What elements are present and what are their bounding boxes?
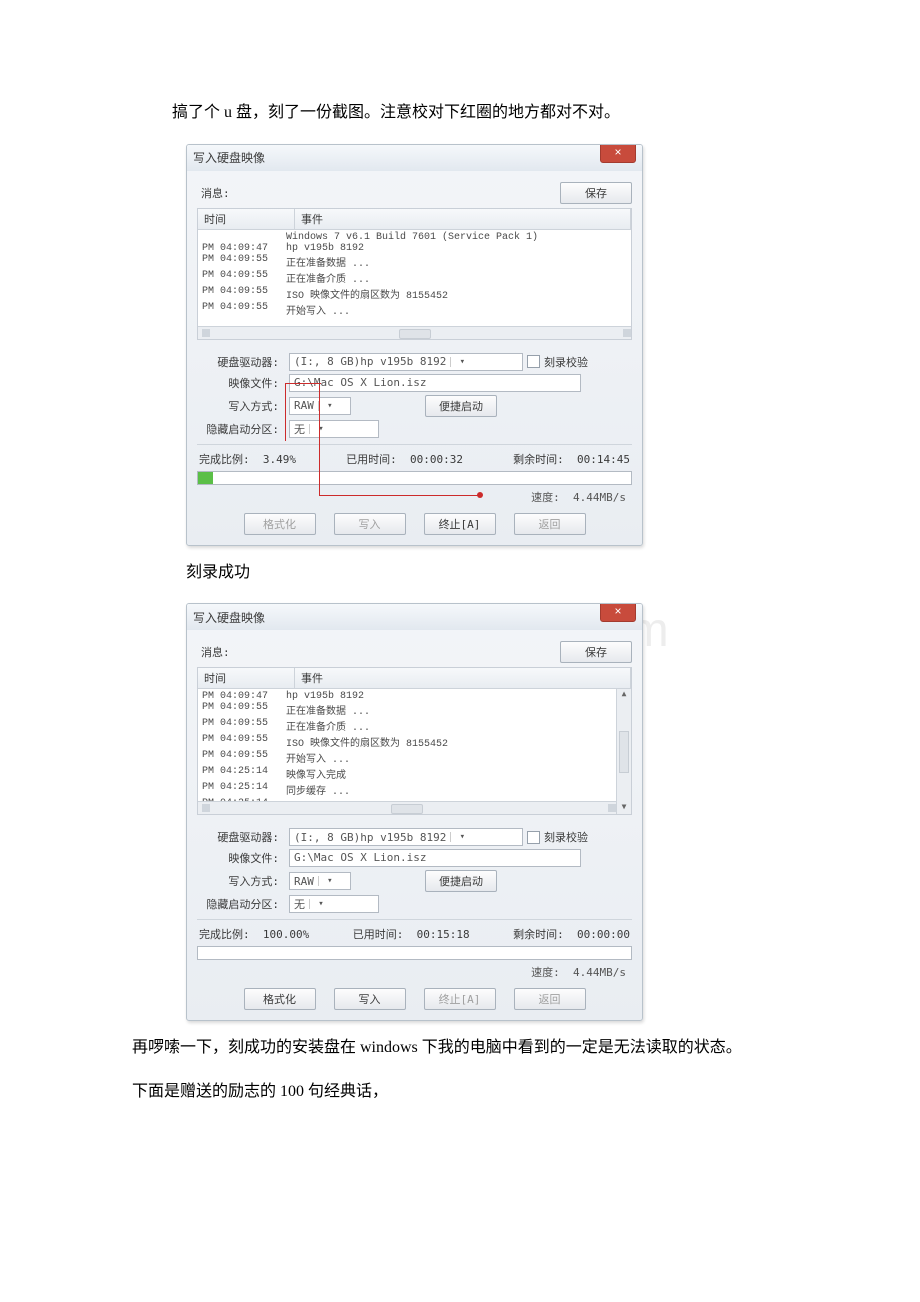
mode-label: 写入方式: <box>197 873 285 889</box>
progress-bar <box>197 946 632 960</box>
paragraph: 下面是赠送的励志的 100 句经典话， <box>100 1079 820 1105</box>
save-button[interactable]: 保存 <box>560 182 632 204</box>
mode-label: 写入方式: <box>197 398 285 414</box>
done-pct: 100.00% <box>263 928 309 941</box>
message-label: 消息: <box>197 644 230 660</box>
log-body: Windows 7 v6.1 Build 7601 (Service Pack … <box>198 230 631 326</box>
done-label: 完成比例: <box>199 453 250 466</box>
drive-label: 硬盘驱动器: <box>197 354 285 370</box>
verify-label: 刻录校验 <box>544 829 588 845</box>
used-val: 00:00:32 <box>410 453 463 466</box>
speed-val: 4.44MB/s <box>573 966 626 979</box>
speed-label: 速度: <box>531 966 560 979</box>
verify-checkbox[interactable] <box>527 831 540 844</box>
close-button[interactable]: × <box>600 144 636 163</box>
done-label: 完成比例: <box>199 928 250 941</box>
log-body: PM 04:09:47hp v195b 8192PM 04:09:55正在准备数… <box>198 689 616 801</box>
log-table: 时间 事件 PM 04:09:47hp v195b 8192PM 04:09:5… <box>197 667 632 815</box>
paragraph: 刻录成功 <box>186 560 820 586</box>
verify-checkbox[interactable] <box>527 355 540 368</box>
titlebar: 写入硬盘映像 <box>187 604 642 630</box>
image-input[interactable]: G:\Mac OS X Lion.isz <box>289 374 581 392</box>
v-scrollbar[interactable]: ▲ ▼ <box>616 689 631 814</box>
col-event: 事件 <box>295 668 631 688</box>
format-button[interactable]: 格式化 <box>244 988 316 1010</box>
format-button[interactable]: 格式化 <box>244 513 316 535</box>
hide-label: 隐藏启动分区: <box>197 896 285 912</box>
document-page: 搞了个 u 盘，刻了一份截图。注意校对下红圈的地方都对不对。 写入硬盘映像 × … <box>0 0 920 1162</box>
remain-label: 剩余时间: <box>513 453 564 466</box>
back-button[interactable]: 返回 <box>514 988 586 1010</box>
window-title: 写入硬盘映像 <box>193 609 265 626</box>
save-button[interactable]: 保存 <box>560 641 632 663</box>
h-scrollbar[interactable] <box>198 326 631 339</box>
quick-boot-button[interactable]: 便捷启动 <box>425 395 497 417</box>
burn-dialog-2: 写入硬盘映像 × 消息: 保存 时间 事件 PM 04:09:47hp v195… <box>186 603 643 1021</box>
drive-select[interactable]: (I:, 8 GB)hp v195b 8192▾ <box>289 353 523 371</box>
write-button[interactable]: 写入 <box>334 513 406 535</box>
image-label: 映像文件: <box>197 850 285 866</box>
paragraph: 搞了个 u 盘，刻了一份截图。注意校对下红圈的地方都对不对。 <box>140 100 820 126</box>
remain-label: 剩余时间: <box>513 928 564 941</box>
progress-bar <box>197 471 632 485</box>
used-label: 已用时间: <box>346 453 397 466</box>
drive-select[interactable]: (I:, 8 GB)hp v195b 8192▾ <box>289 828 523 846</box>
hide-label: 隐藏启动分区: <box>197 421 285 437</box>
image-label: 映像文件: <box>197 375 285 391</box>
used-label: 已用时间: <box>353 928 404 941</box>
col-time: 时间 <box>198 209 295 229</box>
done-pct: 3.49% <box>263 453 296 466</box>
message-label: 消息: <box>197 185 230 201</box>
image-input[interactable]: G:\Mac OS X Lion.isz <box>289 849 581 867</box>
window-title: 写入硬盘映像 <box>193 149 265 166</box>
stop-button[interactable]: 终止[A] <box>424 988 496 1010</box>
remain-val: 00:00:00 <box>577 928 630 941</box>
burn-dialog-1: 写入硬盘映像 × 消息: 保存 时间 事件 Windows 7 v6.1 Bui… <box>186 144 643 546</box>
drive-label: 硬盘驱动器: <box>197 829 285 845</box>
mode-select[interactable]: RAW▾ <box>289 397 351 415</box>
quick-boot-button[interactable]: 便捷启动 <box>425 870 497 892</box>
log-table: 时间 事件 Windows 7 v6.1 Build 7601 (Service… <box>197 208 632 340</box>
verify-label: 刻录校验 <box>544 354 588 370</box>
back-button[interactable]: 返回 <box>514 513 586 535</box>
speed-label: 速度: <box>531 491 560 504</box>
used-val: 00:15:18 <box>417 928 470 941</box>
remain-val: 00:14:45 <box>577 453 630 466</box>
hide-select[interactable]: 无▾ <box>289 895 379 913</box>
col-event: 事件 <box>295 209 631 229</box>
close-button[interactable]: × <box>600 603 636 622</box>
col-time: 时间 <box>198 668 295 688</box>
mode-select[interactable]: RAW▾ <box>289 872 351 890</box>
write-button[interactable]: 写入 <box>334 988 406 1010</box>
hide-select[interactable]: 无▾ <box>289 420 379 438</box>
speed-val: 4.44MB/s <box>573 491 626 504</box>
stop-button[interactable]: 终止[A] <box>424 513 496 535</box>
paragraph: 再啰嗦一下，刻成功的安装盘在 windows 下我的电脑中看到的一定是无法读取的… <box>100 1035 820 1061</box>
titlebar: 写入硬盘映像 <box>187 145 642 171</box>
h-scrollbar[interactable] <box>198 801 616 814</box>
